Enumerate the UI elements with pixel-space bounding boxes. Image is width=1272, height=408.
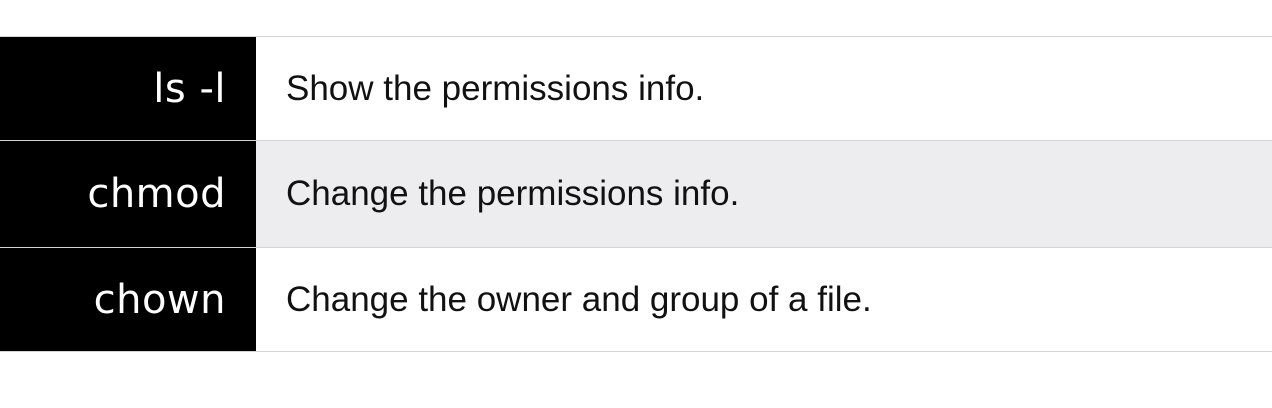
- table-row: chmod Change the permissions info.: [0, 141, 1272, 248]
- description-cell: Change the owner and group of a file.: [256, 248, 1272, 351]
- description-cell: Show the permissions info.: [256, 37, 1272, 140]
- table-row: chown Change the owner and group of a fi…: [0, 248, 1272, 352]
- command-cell: chown: [0, 248, 256, 351]
- command-cell: chmod: [0, 141, 256, 247]
- description-cell: Change the permissions info.: [256, 141, 1272, 247]
- table-row: ls -l Show the permissions info.: [0, 37, 1272, 141]
- command-table: ls -l Show the permissions info. chmod C…: [0, 36, 1272, 352]
- command-cell: ls -l: [0, 37, 256, 140]
